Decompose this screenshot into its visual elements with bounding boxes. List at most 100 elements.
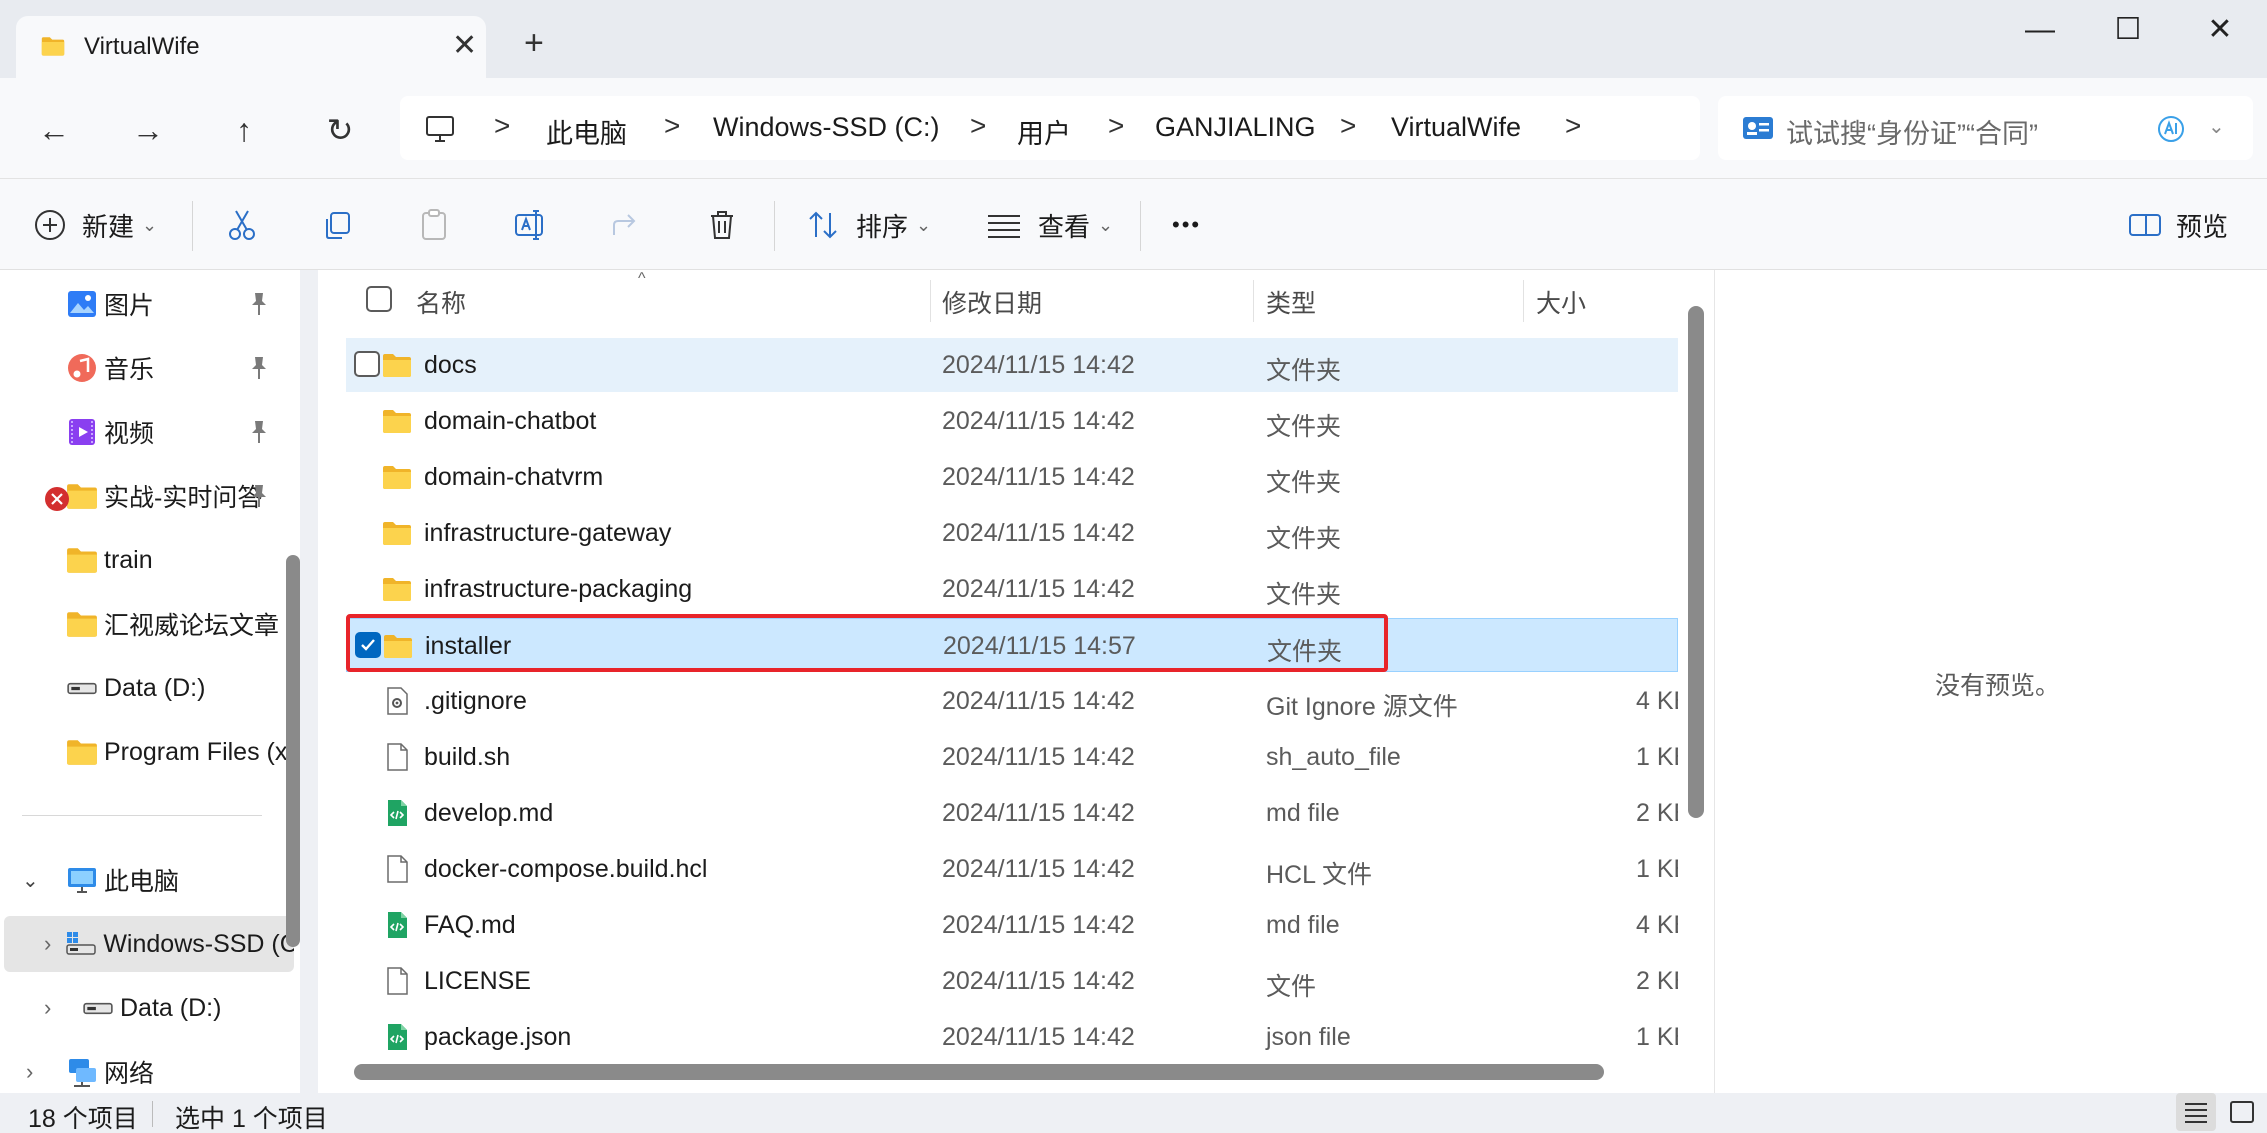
breadcrumb-current-folder[interactable]: VirtualWife xyxy=(1391,112,1521,143)
new-tab-button[interactable]: + xyxy=(524,26,544,60)
column-header-size[interactable]: 大小 xyxy=(1536,284,1586,320)
maximize-button[interactable]: ☐ xyxy=(2098,10,2158,50)
file-list: ^ 名称 修改日期 类型 大小 docs 2024/11/15 14:42 文件夹 d… xyxy=(318,270,1714,1093)
chevron-right-icon[interactable]: › xyxy=(26,1059,50,1085)
minimize-button[interactable]: — xyxy=(2010,10,2070,50)
breadcrumb-separator[interactable]: > xyxy=(494,110,510,142)
drive-icon xyxy=(66,672,98,704)
sidebar-item-pictures[interactable]: 图片 xyxy=(0,276,290,332)
chevron-right-icon[interactable]: › xyxy=(44,995,68,1021)
table-row[interactable]: LICENSE 2024/11/15 14:42 文件 2 KB xyxy=(346,954,1678,1008)
table-row[interactable]: .gitignore 2024/11/15 14:42 Git Ignore 源文件… xyxy=(346,674,1678,728)
paste-button[interactable] xyxy=(414,203,454,247)
plus-circle-icon xyxy=(35,210,65,240)
breadcrumb-separator[interactable]: > xyxy=(970,110,986,142)
breadcrumb-drive-c[interactable]: Windows-SSD (C:) xyxy=(713,112,940,143)
address-bar[interactable]: > 此电脑 > Windows-SSD (C:) > 用户 > GANJIALI… xyxy=(400,96,1700,160)
details-view-icon[interactable] xyxy=(2176,1093,2216,1131)
status-divider xyxy=(152,1101,153,1127)
close-tab-icon[interactable]: ✕ xyxy=(452,28,477,63)
item-count: 18 个项目 xyxy=(28,1105,138,1133)
table-row[interactable]: build.sh 2024/11/15 14:42 sh_auto_file 1 KB xyxy=(346,730,1678,784)
table-row[interactable]: docker-compose.build.hcl 2024/11/15 14:42… xyxy=(346,842,1678,896)
pin-icon[interactable] xyxy=(248,419,270,445)
clipboard-icon xyxy=(422,209,446,240)
table-row[interactable]: docs 2024/11/15 14:42 文件夹 xyxy=(346,338,1678,392)
table-row[interactable]: domain-chatbot 2024/11/15 14:42 文件夹 xyxy=(346,394,1678,448)
close-window-button[interactable]: ✕ xyxy=(2190,10,2250,50)
preview-pane-button[interactable]: 预览 xyxy=(2126,203,2228,247)
ai-search-icon[interactable] xyxy=(2156,114,2186,144)
vertical-scrollbar[interactable] xyxy=(1688,306,1704,818)
file-name: infrastructure-gateway xyxy=(424,519,672,547)
sidebar-item-program-files[interactable]: Program Files (x86) xyxy=(0,724,290,780)
sidebar-item-videos[interactable]: 视频 xyxy=(0,404,290,460)
search-input[interactable]: 试试搜“身份证”“合同” xyxy=(1786,112,2038,151)
sidebar-item-windows-ssd[interactable]: › Windows-SSD (C:) xyxy=(4,916,294,972)
search-box[interactable]: 试试搜“身份证”“合同” ⌄ xyxy=(1718,96,2253,160)
tiles-view-icon[interactable] xyxy=(2222,1093,2262,1131)
sidebar-item-label: Data (D:) xyxy=(104,673,206,702)
sidebar-item-music[interactable]: 音乐 xyxy=(0,340,290,396)
chevron-right-icon[interactable]: › xyxy=(44,931,51,957)
new-button[interactable]: 新建 ⌄ xyxy=(30,203,157,247)
file-name: domain-chatvrm xyxy=(424,463,604,491)
file-modified: 2024/11/15 14:42 xyxy=(942,855,1135,883)
scissors-icon xyxy=(229,210,255,240)
table-row[interactable]: package.json 2024/11/15 14:42 json file 1 K… xyxy=(346,1010,1678,1064)
breadcrumb-user[interactable]: GANJIALING xyxy=(1155,112,1316,143)
cut-button[interactable] xyxy=(222,203,262,247)
breadcrumb-this-pc[interactable]: 此电脑 xyxy=(546,112,627,151)
column-divider[interactable] xyxy=(930,280,931,322)
rename-button[interactable] xyxy=(510,203,550,247)
table-row[interactable]: infrastructure-gateway 2024/11/15 14:42 文件… xyxy=(346,506,1678,560)
file-size: 1 KB xyxy=(1636,855,1678,883)
pin-icon[interactable] xyxy=(248,355,270,381)
breadcrumb-separator[interactable]: > xyxy=(1108,110,1124,142)
pin-icon[interactable] xyxy=(248,483,270,509)
sidebar-item-data-d-quick[interactable]: Data (D:) xyxy=(0,660,290,716)
column-header-modified[interactable]: 修改日期 xyxy=(942,284,1042,320)
row-checkbox[interactable] xyxy=(354,351,380,377)
sidebar-item-label: Data (D:) xyxy=(120,993,222,1022)
file-name: docs xyxy=(424,351,477,379)
breadcrumb-separator[interactable]: > xyxy=(664,110,680,142)
column-divider[interactable] xyxy=(1253,280,1254,322)
sidebar-item-train[interactable]: train xyxy=(0,532,290,588)
sidebar-item-data-d[interactable]: › Data (D:) xyxy=(0,980,290,1036)
more-options-button[interactable]: ••• xyxy=(1172,203,1201,247)
back-arrow-icon[interactable]: ← xyxy=(32,108,76,152)
view-button[interactable]: 查看 ⌄ xyxy=(984,203,1113,247)
chevron-down-icon[interactable]: ⌄ xyxy=(22,868,44,893)
table-row[interactable]: infrastructure-packaging 2024/11/15 14:42… xyxy=(346,562,1678,616)
table-row[interactable]: domain-chatvrm 2024/11/15 14:42 文件夹 xyxy=(346,450,1678,504)
forward-arrow-icon[interactable]: → xyxy=(126,108,170,152)
horizontal-scrollbar[interactable] xyxy=(354,1064,1604,1080)
up-arrow-icon[interactable]: ↑ xyxy=(222,108,266,152)
sidebar-scrollbar[interactable] xyxy=(286,555,300,947)
preview-label: 预览 xyxy=(2176,211,2229,242)
pictures-icon xyxy=(68,291,96,317)
breadcrumb-users[interactable]: 用户 xyxy=(1017,112,1071,151)
sidebar-item-huishiwei[interactable]: 汇视威论坛文章 xyxy=(0,596,290,652)
breadcrumb-separator[interactable]: > xyxy=(1340,110,1356,142)
chevron-down-icon[interactable]: ⌄ xyxy=(2208,114,2225,139)
select-all-checkbox[interactable] xyxy=(366,286,392,312)
column-header-name[interactable]: 名称 xyxy=(416,284,466,320)
breadcrumb-separator[interactable]: > xyxy=(1565,110,1581,142)
refresh-icon[interactable]: ↻ xyxy=(318,108,362,152)
pin-icon[interactable] xyxy=(248,291,270,317)
table-row[interactable]: FAQ.md 2024/11/15 14:42 md file 4 KB xyxy=(346,898,1678,952)
copy-button[interactable] xyxy=(318,203,358,247)
file-type: 文件 xyxy=(1266,973,1317,1001)
share-button[interactable] xyxy=(606,203,646,247)
table-row[interactable]: develop.md 2024/11/15 14:42 md file 2 KB xyxy=(346,786,1678,840)
sidebar-item-this-pc[interactable]: ⌄ 此电脑 xyxy=(0,852,290,908)
column-header-type[interactable]: 类型 xyxy=(1266,284,1316,320)
column-divider[interactable] xyxy=(1523,280,1524,322)
delete-button[interactable] xyxy=(702,203,742,247)
sort-button[interactable]: 排序 ⌄ xyxy=(804,203,931,247)
tab-virtualwife[interactable]: VirtualWife ✕ xyxy=(16,16,486,78)
sidebar-item-network[interactable]: › 网络 xyxy=(0,1044,290,1100)
sidebar-item-shizhan[interactable]: 实战-实时问答 xyxy=(0,468,290,524)
